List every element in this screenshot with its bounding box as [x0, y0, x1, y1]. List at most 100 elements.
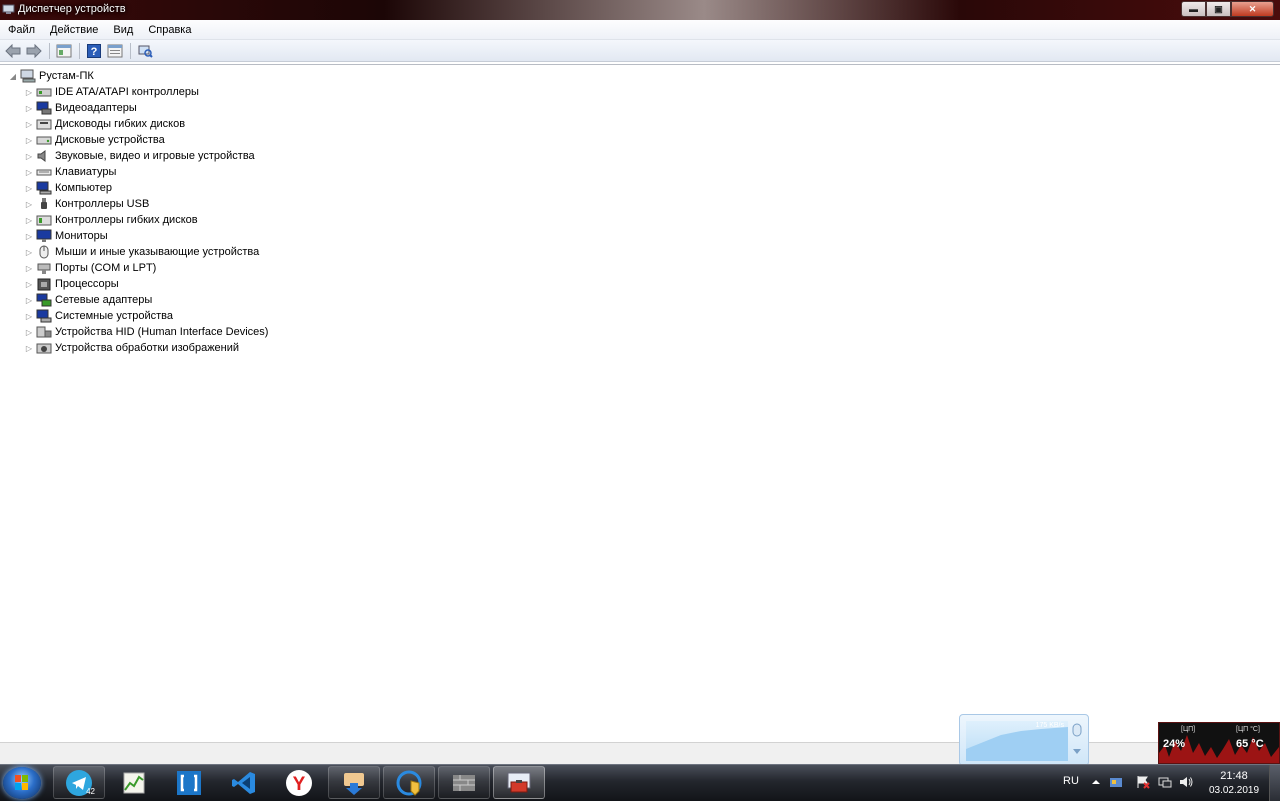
forward-arrow-icon [26, 43, 42, 58]
tree-category-item[interactable]: ▷ Дисковые устройства [24, 132, 165, 148]
menu-file[interactable]: Файл [0, 24, 42, 36]
tree-category-item[interactable]: ▷ Дисководы гибких дисков [24, 116, 185, 132]
expand-arrow-icon[interactable]: ▷ [24, 263, 34, 273]
taskbar-vscode[interactable] [218, 766, 270, 799]
taskbar-stocks-app[interactable] [108, 766, 160, 799]
tree-category-item[interactable]: ▷ Мыши и иные указывающие устройства [24, 244, 259, 260]
tree-root[interactable]: ◢ Рустам-ПК [8, 68, 94, 84]
tree-category-label: Устройства обработки изображений [55, 342, 240, 354]
tree-category-item[interactable]: ▷ Процессоры [24, 276, 119, 292]
menu-view[interactable]: Вид [105, 24, 140, 36]
cpu-meter-gadget[interactable]: [ЦП] [ЦП °C] 24% 65 °C [1158, 722, 1280, 764]
back-button[interactable] [3, 42, 22, 60]
monitor-icon [36, 229, 52, 243]
collapse-arrow-icon[interactable]: ◢ [8, 71, 18, 81]
view-button[interactable] [105, 42, 124, 60]
taskbar-device-manager[interactable] [493, 766, 545, 799]
imaging-device-icon [36, 341, 52, 355]
expand-arrow-icon[interactable]: ▷ [24, 311, 34, 321]
taskbar-firewall[interactable] [438, 766, 490, 799]
volume-icon[interactable] [1179, 775, 1193, 789]
tree-category-item[interactable]: ▷ Видеоадаптеры [24, 100, 137, 116]
system-clock[interactable]: 21:48 03.02.2019 [1198, 770, 1270, 796]
tree-category-label: Компьютер [55, 182, 112, 194]
taskbar-yandex-browser[interactable]: Y [273, 766, 325, 799]
toolbar: ? [0, 40, 1280, 62]
view-icon [107, 44, 122, 57]
tree-category-label: Видеоадаптеры [55, 102, 137, 114]
start-button[interactable] [3, 767, 41, 799]
tree-category-item[interactable]: ▷ Звуковые, видео и игровые устройства [24, 148, 255, 164]
show-hidden-icons-arrow[interactable] [1089, 775, 1103, 789]
floppy-drive-icon [36, 117, 52, 131]
expand-arrow-icon[interactable]: ▷ [24, 151, 34, 161]
expand-arrow-icon[interactable]: ▷ [24, 103, 34, 113]
scan-hardware-button[interactable] [135, 42, 154, 60]
mouse-icon [1072, 723, 1082, 737]
expand-arrow-icon[interactable]: ▷ [24, 87, 34, 97]
back-arrow-icon [4, 43, 20, 58]
tree-category-item[interactable]: ▷ Сетевые адаптеры [24, 292, 152, 308]
language-indicator[interactable]: RU [1063, 775, 1079, 787]
cpu-load-label: [ЦП] [1181, 726, 1196, 733]
expand-arrow-icon[interactable]: ▷ [24, 135, 34, 145]
expand-arrow-icon[interactable]: ▷ [24, 327, 34, 337]
tray-app-icon[interactable] [1109, 775, 1123, 789]
show-desktop-button[interactable] [1269, 765, 1280, 801]
tree-category-item[interactable]: ▷ IDE ATA/ATAPI контроллеры [24, 84, 199, 100]
clock-date: 03.02.2019 [1208, 785, 1260, 796]
telegram-badge: 42 [86, 787, 95, 796]
vscode-icon [232, 771, 255, 794]
tree-category-item[interactable]: ▷ Устройства обработки изображений [24, 340, 239, 356]
chevron-down-icon[interactable] [1072, 746, 1082, 756]
tree-category-item[interactable]: ▷ Порты (COM и LPT) [24, 260, 156, 276]
download-icon [344, 772, 364, 795]
network-meter-gadget[interactable]: 175 KB/s [959, 714, 1089, 766]
tree-category-label: Устройства HID (Human Interface Devices) [55, 326, 269, 338]
speaker-icon [36, 149, 52, 163]
taskbar-telegram[interactable]: 42 [53, 766, 105, 799]
toolbar-separator [130, 42, 131, 59]
expand-arrow-icon[interactable]: ▷ [24, 183, 34, 193]
keyboard-icon [36, 165, 52, 179]
tree-category-item[interactable]: ▷ Контроллеры гибких дисков [24, 212, 198, 228]
computer-icon [36, 181, 52, 195]
tree-category-item[interactable]: ▷ Контроллеры USB [24, 196, 149, 212]
close-button[interactable]: ✕ [1231, 1, 1274, 17]
expand-arrow-icon[interactable]: ▷ [24, 215, 34, 225]
network-speed: 175 KB/s [1035, 722, 1064, 729]
taskbar-downloader[interactable] [328, 766, 380, 799]
device-tree-panel[interactable]: ◢ Рустам-ПК ▷ IDE ATA/ATAPI контроллеры ▷ В… [0, 64, 1280, 743]
expand-arrow-icon[interactable]: ▷ [24, 247, 34, 257]
taskbar-security-shield[interactable] [383, 766, 435, 799]
menu-help[interactable]: Справка [140, 24, 198, 36]
taskbar-brackets[interactable] [163, 766, 215, 799]
toolbar-separator [49, 42, 50, 59]
expand-arrow-icon[interactable]: ▷ [24, 199, 34, 209]
tree-category-item[interactable]: ▷ Клавиатуры [24, 164, 116, 180]
expand-arrow-icon[interactable]: ▷ [24, 231, 34, 241]
expand-arrow-icon[interactable]: ▷ [24, 119, 34, 129]
tree-category-label: Мыши и иные указывающие устройства [55, 246, 260, 258]
tree-category-label: Системные устройства [55, 310, 174, 322]
help-button[interactable]: ? [84, 42, 103, 60]
properties-icon [56, 44, 71, 57]
action-center-flag-icon[interactable] [1136, 775, 1150, 789]
title-bar[interactable]: Диспетчер устройств ▬ ▣ ✕ [0, 0, 1280, 20]
properties-button[interactable] [54, 42, 73, 60]
tree-category-item[interactable]: ▷ Устройства HID (Human Interface Devices… [24, 324, 269, 340]
expand-arrow-icon[interactable]: ▷ [24, 343, 34, 353]
expand-arrow-icon[interactable]: ▷ [24, 295, 34, 305]
network-icon[interactable] [1158, 775, 1172, 789]
expand-arrow-icon[interactable]: ▷ [24, 279, 34, 289]
processor-icon [36, 277, 52, 291]
maximize-button[interactable]: ▣ [1206, 1, 1231, 17]
expand-arrow-icon[interactable]: ▷ [24, 167, 34, 177]
yandex-browser-icon: Y [286, 769, 312, 796]
tree-category-item[interactable]: ▷ Системные устройства [24, 308, 173, 324]
tree-category-item[interactable]: ▷ Мониторы [24, 228, 108, 244]
menu-action[interactable]: Действие [42, 24, 105, 36]
forward-button[interactable] [24, 42, 43, 60]
minimize-button[interactable]: ▬ [1181, 1, 1206, 17]
tree-category-item[interactable]: ▷ Компьютер [24, 180, 112, 196]
